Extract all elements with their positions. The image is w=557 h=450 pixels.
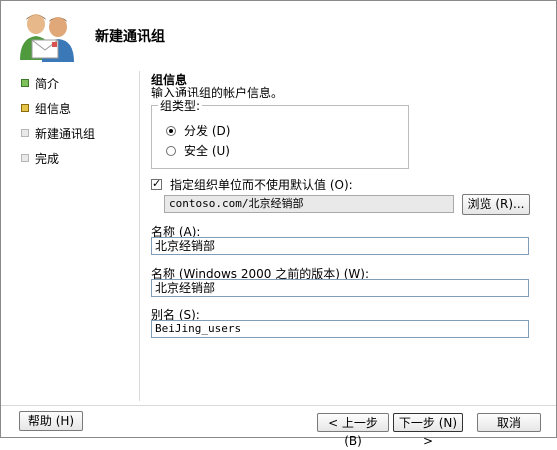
wizard-header: 新建通讯组 [2,2,555,64]
nav-step-label: 新建通讯组 [35,126,96,141]
radio-distribution[interactable]: 分发 (D) [166,122,230,139]
step-current-icon [21,104,29,112]
nav-step-label: 完成 [35,151,60,166]
users-mail-icon [14,10,78,64]
back-button[interactable]: < 上一步 (B) [317,413,389,448]
footer-divider [1,405,556,406]
wizard-title: 新建通讯组 [95,29,165,45]
radio-unselected-icon[interactable] [166,145,176,156]
wizard-window: 新建通讯组 简介 组信息 新建通讯组 完成 组信息 输入通讯组的帐户信息。 组类… [0,0,557,448]
ou-path-field: contoso.com/北京经销部 [164,195,454,213]
radio-selected-icon[interactable] [166,125,176,136]
next-button[interactable]: 下一步 (N) > [393,413,463,448]
group-info-panel: 组信息 输入通讯组的帐户信息。 组类型: 分发 (D) 安全 (U) 指定组织单… [148,71,538,401]
nav-step-label: 组信息 [35,101,72,116]
step-pending-icon [21,129,29,137]
alias-input[interactable]: BeiJing_users [151,320,529,338]
wizard-steps-nav: 简介 组信息 新建通讯组 完成 [21,73,141,173]
radio-security[interactable]: 安全 (U) [166,142,230,159]
group-type-box: 组类型: 分发 (D) 安全 (U) [151,97,409,169]
nav-step-finish: 完成 [21,148,141,168]
nav-step-group-info: 组信息 [21,98,141,118]
nav-step-intro: 简介 [21,73,141,93]
radio-label: 分发 (D) [184,124,231,138]
help-button[interactable]: 帮助 (H) [19,411,83,431]
specify-ou-checkbox-row[interactable]: 指定组织单位而不使用默认值 (O): [151,176,353,193]
nav-step-new-group: 新建通讯组 [21,123,141,143]
specify-ou-label: 指定组织单位而不使用默认值 (O): [170,178,353,192]
nav-divider [139,71,140,401]
step-pending-icon [21,154,29,162]
pre2000-name-input[interactable]: 北京经销部 [151,279,529,297]
step-done-icon [21,79,29,87]
name-input[interactable]: 北京经销部 [151,237,529,255]
radio-label: 安全 (U) [184,144,230,158]
nav-step-label: 简介 [35,76,60,91]
browse-button[interactable]: 浏览 (R)... [462,194,530,215]
cancel-button[interactable]: 取消 [477,413,541,432]
group-type-legend: 组类型: [158,97,203,114]
checkbox-checked-icon[interactable] [151,177,162,190]
